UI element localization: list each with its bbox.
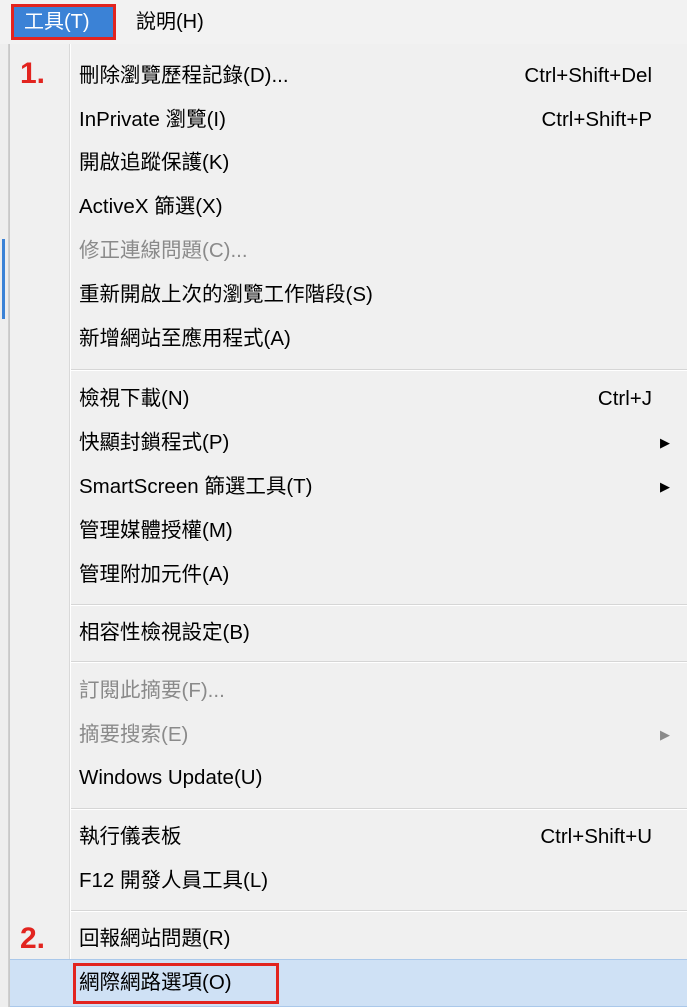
menu-item-windows-update[interactable]: Windows Update(U)	[10, 757, 687, 799]
submenu-arrow-icon: ▶	[660, 435, 670, 450]
menu-item-label: 刪除瀏覽歷程記錄(D)...	[79, 64, 289, 87]
menu-item-dashboard[interactable]: 執行儀表板 Ctrl+Shift+U	[10, 816, 687, 858]
menu-item-label: 執行儀表板	[79, 825, 182, 848]
menu-item-label: 相容性檢視設定(B)	[79, 621, 250, 644]
menu-item-reopen-session[interactable]: 重新開啟上次的瀏覽工作階段(S)	[10, 274, 687, 316]
menu-item-media-licenses[interactable]: 管理媒體授權(M)	[10, 510, 687, 552]
menu-item-label: 修正連線問題(C)...	[79, 239, 248, 262]
menu-item-label: 開啟追蹤保護(K)	[79, 151, 230, 174]
menu-item-label: Windows Update(U)	[79, 766, 263, 789]
menu-item-shortcut: Ctrl+Shift+Del	[524, 64, 652, 87]
menu-item-subscribe-feed: 訂閱此摘要(F)...	[10, 670, 687, 712]
menu-item-smartscreen[interactable]: SmartScreen 篩選工具(T) ▶	[10, 466, 687, 508]
menubar-tools[interactable]: 工具(T)	[11, 4, 116, 40]
menu-separator	[71, 661, 687, 663]
menu-item-view-downloads[interactable]: 檢視下載(N) Ctrl+J	[10, 378, 687, 420]
menu-item-label: ActiveX 篩選(X)	[79, 195, 223, 218]
menu-item-f12-devtools[interactable]: F12 開發人員工具(L)	[10, 860, 687, 902]
menu-item-compatibility-view[interactable]: 相容性檢視設定(B)	[10, 612, 687, 654]
menu-item-delete-history[interactable]: 刪除瀏覽歷程記錄(D)... Ctrl+Shift+Del	[10, 55, 687, 97]
menu-item-shortcut: Ctrl+Shift+U	[540, 825, 652, 848]
menu-separator	[71, 369, 687, 371]
menu-item-label: F12 開發人員工具(L)	[79, 869, 269, 892]
window-left-edge	[0, 44, 9, 1007]
menu-separator	[71, 604, 687, 606]
submenu-arrow-icon: ▶	[660, 479, 670, 494]
menu-item-label: InPrivate 瀏覽(I)	[79, 108, 226, 131]
menu-item-activex-filtering[interactable]: ActiveX 篩選(X)	[10, 186, 687, 228]
menu-separator	[71, 808, 687, 810]
menu-item-popup-blocker[interactable]: 快顯封鎖程式(P) ▶	[10, 422, 687, 464]
menu-item-label: 新增網站至應用程式(A)	[79, 327, 291, 350]
menu-item-label: 重新開啟上次的瀏覽工作階段(S)	[79, 283, 373, 306]
menu-item-label: 快顯封鎖程式(P)	[79, 431, 230, 454]
menu-item-report-site-problem[interactable]: 回報網站問題(R)	[10, 918, 687, 960]
menu-item-label: 訂閱此摘要(F)...	[79, 679, 225, 702]
menu-item-label: 摘要搜索(E)	[79, 723, 189, 746]
menu-item-label: 回報網站問題(R)	[79, 927, 231, 950]
menu-bar: 工具(T) 說明(H)	[0, 0, 687, 45]
menu-item-inprivate[interactable]: InPrivate 瀏覽(I) Ctrl+Shift+P	[10, 99, 687, 141]
menu-item-shortcut: Ctrl+J	[597, 387, 652, 410]
tools-dropdown-menu: 1. 刪除瀏覽歷程記錄(D)... Ctrl+Shift+Del InPriva…	[9, 44, 687, 1007]
menu-item-internet-options[interactable]: 網際網路選項(O)	[10, 959, 687, 1007]
submenu-arrow-icon: ▶	[660, 727, 670, 742]
menu-item-add-site-to-apps[interactable]: 新增網站至應用程式(A)	[10, 318, 687, 360]
menu-item-label: 檢視下載(N)	[79, 387, 190, 410]
menu-item-shortcut: Ctrl+Shift+P	[541, 108, 652, 131]
menu-separator	[71, 910, 687, 912]
menu-item-label: SmartScreen 篩選工具(T)	[79, 475, 313, 498]
menu-item-label: 管理媒體授權(M)	[79, 519, 233, 542]
menu-item-feed-discovery: 摘要搜索(E) ▶	[10, 714, 687, 756]
menu-item-tracking-protection[interactable]: 開啟追蹤保護(K)	[10, 142, 687, 184]
menu-item-label: 網際網路選項(O)	[79, 971, 232, 994]
menu-item-label: 管理附加元件(A)	[79, 563, 230, 586]
menu-item-manage-addons[interactable]: 管理附加元件(A)	[10, 554, 687, 596]
window-edge-marker	[2, 239, 5, 319]
menu-item-fix-connection: 修正連線問題(C)...	[10, 230, 687, 272]
menubar-help[interactable]: 說明(H)	[126, 4, 214, 40]
